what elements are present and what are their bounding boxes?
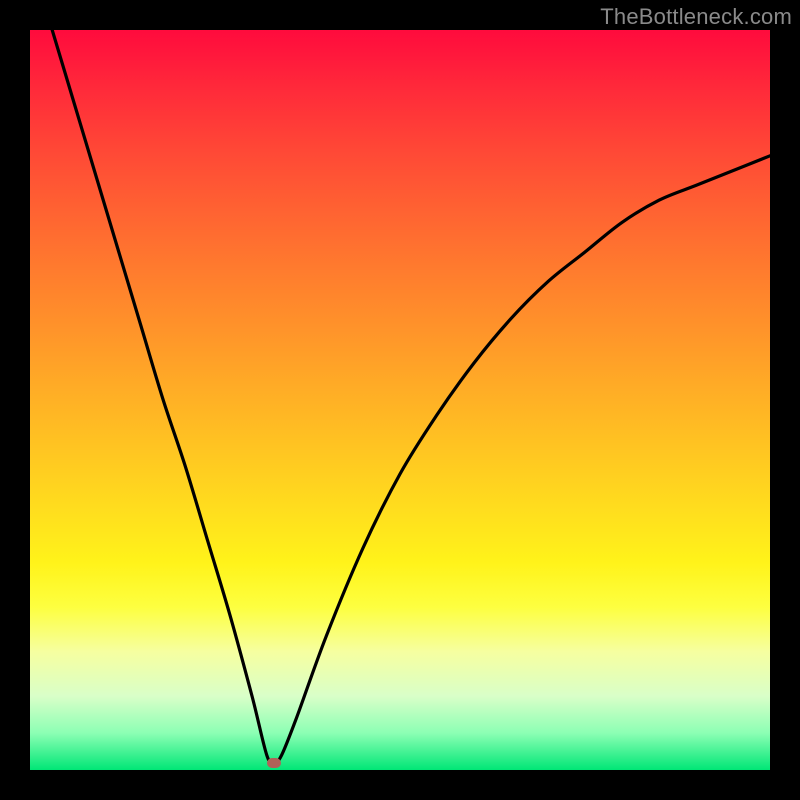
plot-area [30,30,770,770]
bottleneck-curve [30,30,770,770]
watermark-text: TheBottleneck.com [600,4,792,30]
vertex-marker [267,758,281,768]
chart-frame: TheBottleneck.com [0,0,800,800]
